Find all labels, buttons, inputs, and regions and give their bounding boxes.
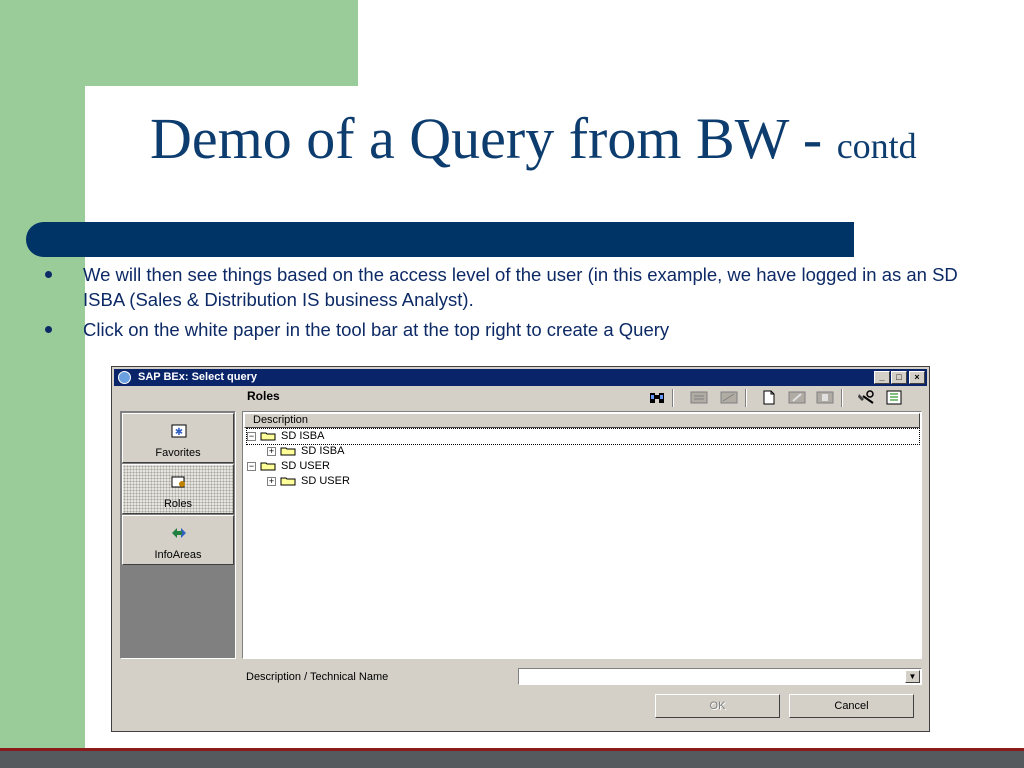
collapse-icon[interactable]: − <box>247 431 256 441</box>
info-provider-icon[interactable] <box>690 390 708 405</box>
tree-node[interactable]: + SD ISBA <box>267 444 344 459</box>
bullet-item: We will then see things based on the acc… <box>45 262 975 312</box>
nav-label: Roles <box>163 498 193 510</box>
ok-button[interactable]: OK <box>655 694 780 718</box>
svg-text:✱: ✱ <box>175 427 183 438</box>
green-top-block <box>0 0 358 86</box>
tree-node-label: SD ISBA <box>281 430 325 442</box>
edit-icon[interactable] <box>788 390 806 405</box>
slide-title: Demo of a Query from BW - contd <box>150 105 917 172</box>
panel-header: Roles <box>247 389 280 403</box>
favorites-icon: ✱ <box>171 424 187 438</box>
folder-icon <box>280 447 296 456</box>
toolbar-separator <box>672 389 674 407</box>
bullet-dot-icon <box>45 271 52 278</box>
save-icon[interactable] <box>816 390 834 405</box>
roles-icon <box>171 476 185 488</box>
maximize-button[interactable]: □ <box>891 371 907 384</box>
nav-roles[interactable]: Roles <box>122 464 234 514</box>
tree-node-label: SD USER <box>281 460 330 472</box>
select-query-dialog: SAP BEx: Select query _ □ × Roles ✱ Favo… <box>111 366 930 732</box>
dialog-titlebar[interactable]: SAP BEx: Select query _ □ × <box>114 369 927 386</box>
tree-node[interactable]: + SD USER <box>267 474 350 489</box>
search-label: Description / Technical Name <box>246 671 389 683</box>
navigation-panel: ✱ Favorites Roles InfoAreas <box>120 411 236 659</box>
tree-node-label: SD ISBA <box>301 445 345 457</box>
query-icon[interactable] <box>720 390 738 405</box>
title-underline-band <box>26 222 854 257</box>
description-column-header[interactable]: Description <box>244 413 920 428</box>
folder-icon <box>260 432 276 441</box>
footer-bar <box>0 751 1024 768</box>
binoculars-icon[interactable] <box>648 390 666 405</box>
bullet-item: Click on the white paper in the tool bar… <box>45 317 975 342</box>
minimize-button[interactable]: _ <box>874 371 890 384</box>
green-side-bar <box>0 0 85 768</box>
sap-app-icon <box>118 371 131 384</box>
bullet-list: We will then see things based on the acc… <box>45 262 975 347</box>
bullet-text: Click on the white paper in the tool bar… <box>83 319 670 340</box>
cancel-button[interactable]: Cancel <box>789 694 914 718</box>
dialog-title: SAP BEx: Select query <box>138 371 258 383</box>
nav-infoareas[interactable]: InfoAreas <box>122 515 234 565</box>
close-button[interactable]: × <box>909 371 925 384</box>
tools-icon[interactable] <box>857 390 875 405</box>
roles-tree: Description − SD ISBA + SD ISBA − SD USER +… <box>242 411 922 659</box>
folder-icon <box>280 477 296 486</box>
new-document-icon[interactable] <box>760 390 778 405</box>
bullet-dot-icon <box>45 326 52 333</box>
nav-label: InfoAreas <box>154 549 202 561</box>
toolbar-separator <box>841 389 843 407</box>
search-combobox[interactable]: ▼ <box>518 668 922 685</box>
tree-node-label: SD USER <box>301 475 350 487</box>
title-suffix: contd <box>836 126 917 166</box>
expand-icon[interactable]: + <box>267 476 276 486</box>
toolbar-separator <box>745 389 747 407</box>
tree-node[interactable]: − SD ISBA <box>246 428 920 445</box>
title-main: Demo of a Query from BW - <box>150 106 837 171</box>
infoareas-icon <box>172 528 186 538</box>
expand-icon[interactable]: + <box>267 446 276 456</box>
collapse-icon[interactable]: − <box>247 461 256 471</box>
folder-icon <box>260 462 276 471</box>
dropdown-arrow-icon[interactable]: ▼ <box>905 670 920 683</box>
tree-node[interactable]: − SD USER <box>247 459 330 474</box>
nav-favorites[interactable]: ✱ Favorites <box>122 413 234 463</box>
bullet-text: We will then see things based on the acc… <box>83 264 958 310</box>
list-icon[interactable] <box>885 390 903 405</box>
nav-label: Favorites <box>155 447 201 459</box>
